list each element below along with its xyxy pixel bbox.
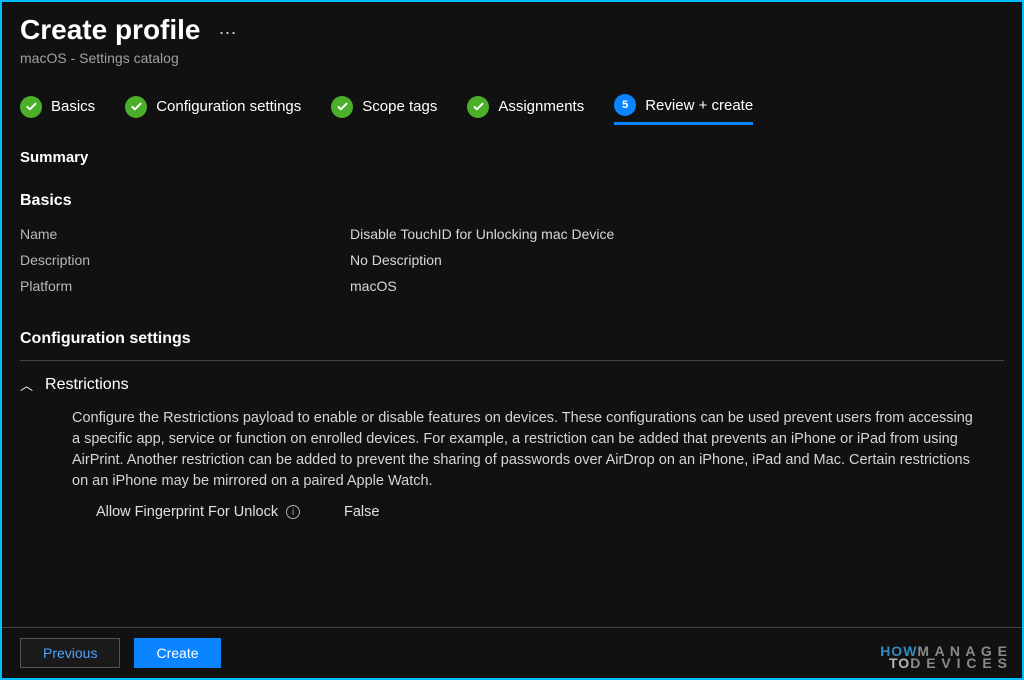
- step-number-badge: 5: [614, 94, 636, 116]
- restrictions-description: Configure the Restrictions payload to en…: [40, 408, 1004, 500]
- step-label: Assignments: [498, 98, 584, 115]
- step-label: Scope tags: [362, 98, 437, 115]
- more-actions-icon[interactable]: ⋯: [219, 23, 237, 44]
- step-label: Basics: [51, 98, 95, 115]
- step-configuration-settings[interactable]: Configuration settings: [125, 96, 301, 124]
- create-button[interactable]: Create: [134, 638, 220, 668]
- page-title: Create profile: [20, 14, 201, 46]
- page-subtitle: macOS - Settings catalog: [2, 50, 1022, 84]
- setting-label: Allow Fingerprint For Unlock: [96, 504, 278, 520]
- step-label: Configuration settings: [156, 98, 301, 115]
- chevron-up-icon: ︿: [20, 375, 33, 394]
- setting-value: False: [344, 504, 379, 520]
- basics-heading: Basics: [20, 192, 1004, 210]
- field-value: macOS: [350, 278, 397, 294]
- step-basics[interactable]: Basics: [20, 96, 95, 124]
- previous-button[interactable]: Previous: [20, 638, 120, 668]
- basics-row-platform: Platform macOS: [20, 278, 1004, 294]
- field-value: No Description: [350, 252, 442, 268]
- restrictions-toggle[interactable]: ︿ Restrictions: [20, 375, 1004, 394]
- field-value: Disable TouchID for Unlocking mac Device: [350, 226, 614, 242]
- configuration-settings-heading: Configuration settings: [2, 304, 1022, 360]
- step-review-create[interactable]: 5 Review + create: [614, 94, 753, 125]
- wizard-steps: Basics Configuration settings Scope tags…: [2, 84, 1022, 139]
- check-icon: [467, 96, 489, 118]
- field-label: Platform: [20, 278, 350, 294]
- basics-row-name: Name Disable TouchID for Unlocking mac D…: [20, 226, 1004, 242]
- check-icon: [125, 96, 147, 118]
- restrictions-title: Restrictions: [45, 376, 129, 394]
- summary-heading: Summary: [2, 139, 1022, 176]
- step-assignments[interactable]: Assignments: [467, 96, 584, 124]
- footer-actions: Previous Create: [2, 627, 1022, 678]
- setting-row-allow-fingerprint: Allow Fingerprint For Unlock i False: [40, 500, 1004, 520]
- field-label: Name: [20, 226, 350, 242]
- field-label: Description: [20, 252, 350, 268]
- basics-row-description: Description No Description: [20, 252, 1004, 268]
- check-icon: [20, 96, 42, 118]
- step-label: Review + create: [645, 97, 753, 114]
- step-scope-tags[interactable]: Scope tags: [331, 96, 437, 124]
- check-icon: [331, 96, 353, 118]
- info-icon[interactable]: i: [286, 505, 300, 519]
